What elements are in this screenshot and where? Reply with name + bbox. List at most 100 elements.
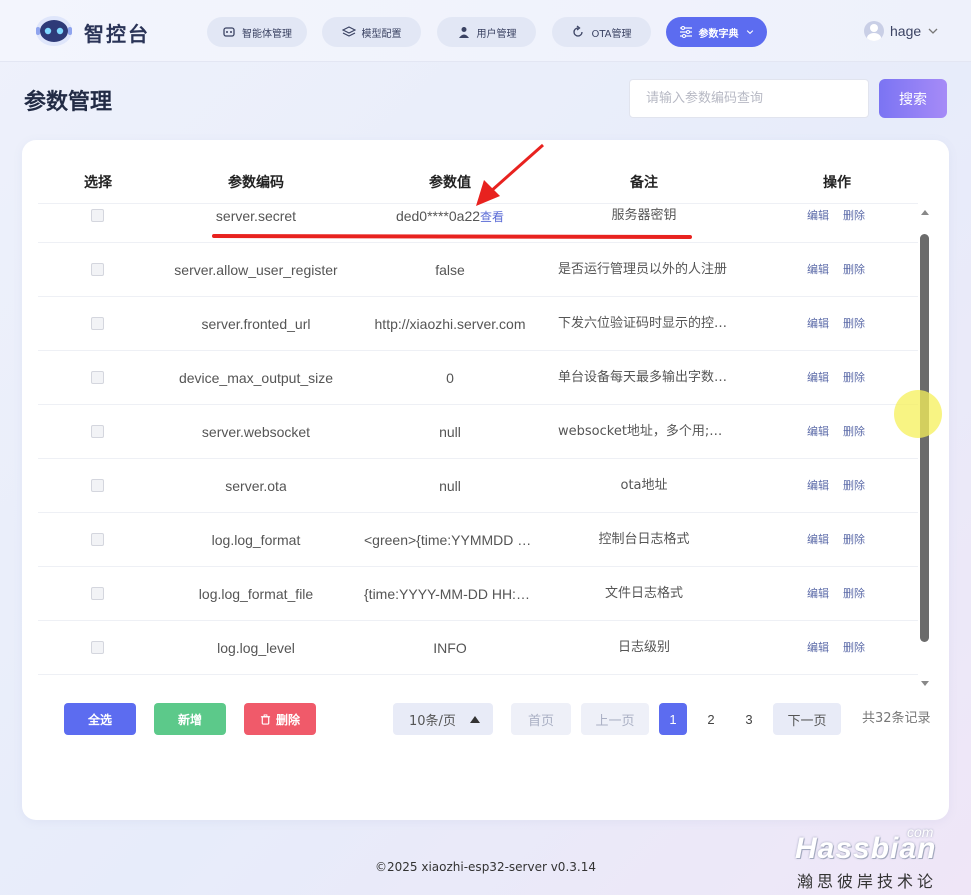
edit-button[interactable]: 编辑	[807, 567, 829, 621]
row-checkbox[interactable]	[91, 371, 104, 384]
scroll-thumb[interactable]	[920, 234, 929, 642]
param-value: <green>{time:YYMMDD HH:mm:ss}</green>	[364, 532, 536, 548]
row-checkbox[interactable]	[91, 209, 104, 222]
param-value: false	[435, 262, 465, 278]
nav-param-dictionary[interactable]: 参数字典	[666, 17, 767, 47]
table-row: server.ota null ota地址 编辑 删除	[38, 459, 918, 513]
row-checkbox[interactable]	[91, 425, 104, 438]
scroll-up-arrow-icon[interactable]	[921, 210, 929, 215]
refresh-icon	[573, 25, 584, 37]
delete-button[interactable]: 删除	[843, 243, 865, 297]
sliders-icon	[679, 26, 692, 38]
layers-icon	[341, 26, 356, 37]
nav-user-management[interactable]: 用户管理	[437, 17, 536, 47]
table-row: log.log_level INFO 日志级别 编辑 删除	[38, 621, 918, 675]
nav-model-config[interactable]: 模型配置	[322, 17, 421, 47]
page-size-select[interactable]: 10条/页	[393, 703, 493, 735]
row-checkbox[interactable]	[91, 641, 104, 654]
search-input[interactable]	[629, 79, 869, 118]
delete-button[interactable]: 删除	[843, 204, 865, 243]
param-code: log.log_format	[211, 532, 301, 548]
param-value: ded0****0a22查看	[395, 208, 505, 224]
table-row: log.log_format_file {time:YYYY-MM-DD HH:…	[38, 567, 918, 621]
edit-button[interactable]: 编辑	[807, 297, 829, 351]
param-code: log.log_level	[217, 640, 295, 656]
param-remark: 服务器密钥	[611, 208, 677, 223]
page-size-value: 10条/页	[409, 713, 456, 729]
watermark-logo: Hassbian com 瀚思彼岸技术论坛	[795, 824, 955, 891]
delete-button[interactable]: 删除	[843, 513, 865, 567]
nav-label: 模型配置	[361, 28, 402, 40]
row-checkbox[interactable]	[91, 479, 104, 492]
page-number-2[interactable]: 2	[697, 703, 725, 735]
table-row: server.secret ded0****0a22查看 服务器密钥 编辑 删除	[38, 204, 918, 243]
edit-button[interactable]: 编辑	[807, 405, 829, 459]
next-page-button[interactable]: 下一页	[773, 703, 841, 735]
edit-button[interactable]: 编辑	[807, 351, 829, 405]
row-checkbox[interactable]	[91, 533, 104, 546]
row-checkbox[interactable]	[91, 587, 104, 600]
param-code: server.fronted_url	[201, 316, 311, 332]
table-row: device_max_output_size 0 单台设备每天最多输出字数，0表…	[38, 351, 918, 405]
nav-agent-management[interactable]: 智能体管理	[207, 17, 307, 47]
page-number-3[interactable]: 3	[735, 703, 763, 735]
page-number-1[interactable]: 1	[659, 703, 687, 735]
delete-button[interactable]: 删除	[843, 405, 865, 459]
param-code: log.log_format_file	[198, 586, 314, 602]
param-remark: 下发六位验证码时显示的控制面板地址	[558, 316, 730, 331]
table-scrollbar[interactable]	[919, 210, 931, 690]
param-code: server.allow_user_register	[174, 262, 338, 278]
param-value: null	[439, 424, 461, 440]
prev-page-button[interactable]: 上一页	[581, 703, 649, 735]
delete-button[interactable]: 删除	[843, 297, 865, 351]
delete-button[interactable]: 删除	[843, 351, 865, 405]
edit-button[interactable]: 编辑	[807, 243, 829, 297]
param-value: {time:YYYY-MM-DD HH:mm:ss}	[364, 586, 536, 602]
table-body[interactable]: server.secret ded0****0a22查看 服务器密钥 编辑 删除…	[38, 203, 918, 675]
top-navigation-bar: 智控台 智能体管理 模型配置 用户管理 OTA管理 参数字典 hage	[0, 0, 971, 62]
table-header: 选择 参数编码 参数值 备注 操作	[38, 164, 918, 204]
edit-button[interactable]: 编辑	[807, 513, 829, 567]
first-page-button[interactable]: 首页	[511, 703, 571, 735]
edit-button[interactable]: 编辑	[807, 204, 829, 243]
param-remark: 单台设备每天最多输出字数，0表示不限制	[558, 370, 730, 385]
table-row: log.log_format <green>{time:YYMMDD HH:mm…	[38, 513, 918, 567]
param-value: INFO	[433, 640, 467, 656]
robot-icon	[223, 27, 235, 37]
column-header-select: 选择	[84, 175, 112, 191]
search-button[interactable]: 搜索	[879, 79, 947, 118]
username: hage	[890, 23, 922, 39]
avatar	[864, 21, 884, 41]
param-code: server.websocket	[201, 424, 311, 440]
chevron-down-icon	[928, 28, 938, 34]
nav-label: OTA管理	[591, 28, 632, 40]
param-remark: 文件日志格式	[604, 586, 684, 601]
column-header-code: 参数编码	[228, 175, 284, 191]
table-row: server.allow_user_register false 是否运行管理员…	[38, 243, 918, 297]
delete-button[interactable]: 删除	[843, 459, 865, 513]
select-all-button[interactable]: 全选	[64, 703, 136, 735]
param-remark: 控制台日志格式	[598, 532, 690, 547]
nav-label: 参数字典	[698, 28, 739, 40]
column-header-value: 参数值	[429, 175, 471, 191]
edit-button[interactable]: 编辑	[807, 621, 829, 675]
edit-button[interactable]: 编辑	[807, 459, 829, 513]
scroll-down-arrow-icon[interactable]	[921, 681, 929, 686]
delete-button[interactable]: 删除	[843, 567, 865, 621]
param-remark: websocket地址，多个用;分隔	[558, 424, 730, 439]
row-checkbox[interactable]	[91, 263, 104, 276]
batch-delete-button[interactable]: 删除	[244, 703, 316, 735]
table-row: server.fronted_url http://xiaozhi.server…	[38, 297, 918, 351]
add-button[interactable]: 新增	[154, 703, 226, 735]
params-table-card: 选择 参数编码 参数值 备注 操作 server.secret ded0****…	[22, 140, 949, 820]
view-secret-link[interactable]: 查看	[480, 210, 504, 224]
robot-logo-icon	[36, 16, 72, 46]
param-remark: 日志级别	[617, 640, 671, 655]
nav-ota-management[interactable]: OTA管理	[552, 17, 651, 47]
delete-button[interactable]: 删除	[843, 621, 865, 675]
trash-icon	[260, 713, 271, 725]
param-value: null	[439, 478, 461, 494]
param-value: 0	[446, 370, 454, 386]
user-menu[interactable]: hage	[864, 21, 939, 41]
row-checkbox[interactable]	[91, 317, 104, 330]
